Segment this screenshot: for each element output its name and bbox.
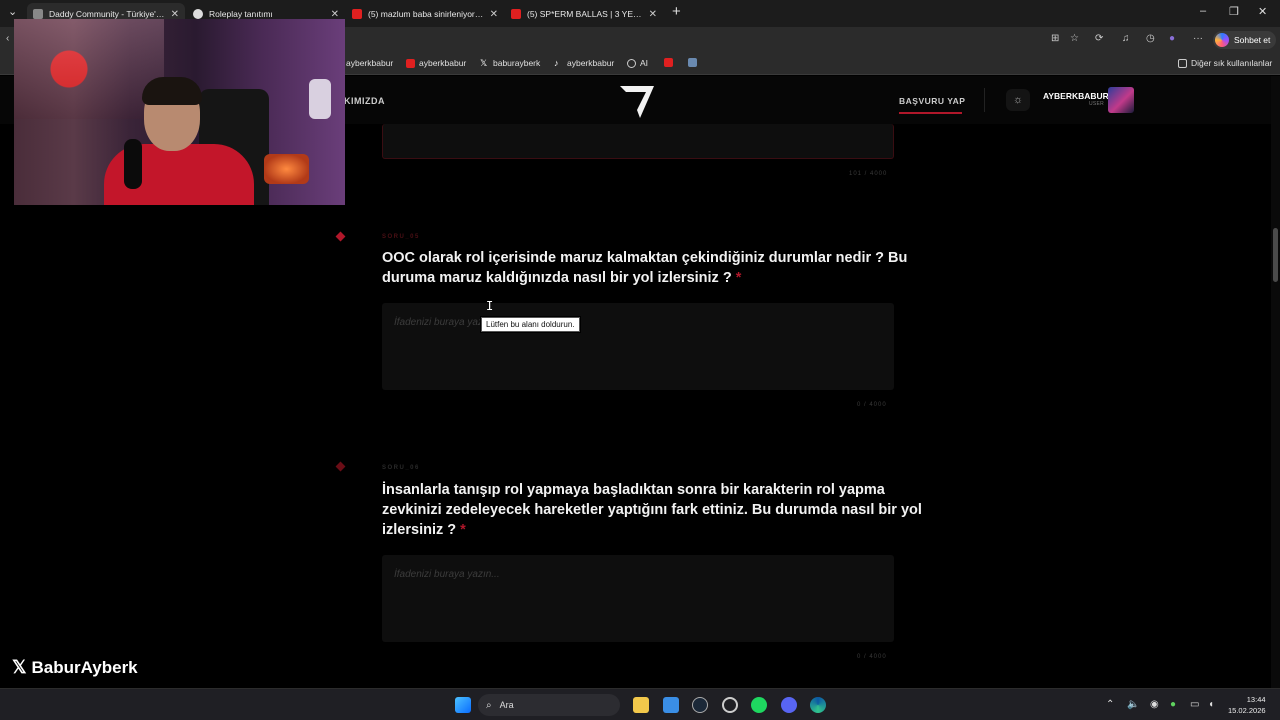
- spotify-icon[interactable]: [751, 697, 767, 713]
- back-icon[interactable]: ‹: [6, 33, 9, 44]
- other-favorites-folder[interactable]: Diğer sık kullanılanlar: [1178, 58, 1272, 68]
- previous-char-counter: 101 / 4000: [849, 171, 888, 177]
- windows-start-icon[interactable]: [455, 697, 471, 713]
- desk-lamp-glow: [264, 154, 309, 184]
- streamer-hair: [142, 77, 202, 105]
- favorite-star-icon[interactable]: ☆: [1070, 33, 1079, 44]
- bookmark-item[interactable]: AI: [627, 58, 648, 68]
- file-explorer-icon[interactable]: [633, 697, 649, 713]
- answer-textarea-q5[interactable]: [382, 303, 894, 390]
- search-icon: ⌕: [486, 699, 492, 711]
- copilot-chat-button[interactable]: Sohbet et: [1213, 31, 1277, 49]
- answer-textarea-q6[interactable]: [382, 555, 894, 642]
- windows-taskbar: ⌕ Ara ⌃ 🔈 ◉ ● ▭ ◖ 13:44 15.02.2026: [0, 688, 1280, 720]
- site-favicon-icon: [33, 9, 43, 19]
- active-nav-underline: [899, 112, 962, 114]
- youtube-icon: [511, 9, 521, 19]
- text-cursor-icon: I: [486, 299, 494, 313]
- cherry-blossom-painting: [14, 19, 164, 119]
- settings-gear-icon[interactable]: [722, 697, 738, 713]
- user-role: USER: [1089, 101, 1105, 107]
- tab-youtube-1[interactable]: (5) mazlum baba sinirleniyor ama ✕: [346, 3, 504, 25]
- youtube-icon: [664, 58, 673, 67]
- show-hidden-icons-icon[interactable]: ⌃: [1106, 699, 1114, 710]
- taskbar-search[interactable]: ⌕ Ara: [478, 694, 620, 716]
- site-favicon-icon: [193, 9, 203, 19]
- profile-icon[interactable]: ●: [1169, 33, 1175, 44]
- nav-link-about[interactable]: KIMIZDA: [344, 96, 385, 106]
- tab-list-chevron-icon[interactable]: ⌄: [8, 5, 17, 18]
- x-logo-icon: 𝕏: [480, 57, 488, 68]
- previous-answer-textarea[interactable]: [382, 124, 894, 159]
- char-counter: 0 / 4000: [857, 654, 887, 660]
- ai-icon: [627, 58, 636, 68]
- folder-icon: [1178, 58, 1187, 68]
- microphone-icon[interactable]: ●: [1170, 699, 1176, 710]
- question-code: SORU_05: [382, 234, 420, 240]
- bookmark-item[interactable]: [664, 58, 677, 67]
- extensions-icon[interactable]: ⟳: [1095, 33, 1103, 44]
- more-menu-icon[interactable]: ···: [1193, 33, 1203, 44]
- tab-youtube-2[interactable]: (5) SP*ERM BALLAS | 3 YEARS OLD ✕: [505, 3, 663, 25]
- close-tab-icon[interactable]: ✕: [649, 9, 657, 20]
- social-handle-overlay: 𝕏 BaburAyberk: [12, 657, 138, 677]
- room-light: [309, 79, 331, 119]
- validation-tooltip: Lütfen bu alanı doldurun.: [481, 317, 580, 332]
- browser-essentials-icon[interactable]: ♫: [1122, 33, 1130, 44]
- apply-nav-link[interactable]: BAŞVURU YAP: [899, 96, 965, 106]
- discord-icon[interactable]: [781, 697, 797, 713]
- x-logo-icon: 𝕏: [12, 657, 27, 677]
- avatar[interactable]: [1108, 87, 1134, 113]
- restore-icon[interactable]: ❐: [1229, 5, 1239, 18]
- youtube-icon: [352, 9, 362, 19]
- user-name[interactable]: AYBERKBABUR: [1043, 91, 1109, 101]
- question-code: SORU_06: [382, 465, 420, 471]
- tiktok-icon: ♪: [554, 57, 559, 68]
- page-scrollbar[interactable]: [1271, 76, 1280, 688]
- discord-tray-icon[interactable]: ◉: [1150, 699, 1159, 710]
- close-tab-icon[interactable]: ✕: [490, 9, 498, 20]
- youtube-icon: [406, 58, 415, 68]
- copilot-icon: [1215, 33, 1229, 47]
- taskbar-clock[interactable]: 13:44 15.02.2026: [1228, 694, 1266, 716]
- required-marker: *: [735, 270, 742, 286]
- close-tab-icon[interactable]: ✕: [331, 9, 339, 20]
- scrollbar-thumb[interactable]: [1273, 228, 1278, 282]
- bookmark-favicon-icon: [688, 58, 697, 67]
- close-tab-icon[interactable]: ✕: [171, 9, 179, 20]
- bookmark-item[interactable]: ayberkbabur: [346, 58, 393, 68]
- question-marker: [335, 231, 346, 242]
- microphone: [124, 139, 142, 189]
- bookmark-item[interactable]: [688, 58, 701, 67]
- question-marker: [335, 461, 346, 472]
- header-divider: [984, 88, 985, 112]
- new-tab-button[interactable]: +: [672, 3, 681, 20]
- bookmark-item[interactable]: ♪ ayberkbabur: [554, 58, 614, 68]
- webcam-overlay: [14, 19, 345, 205]
- site-logo-icon[interactable]: [618, 80, 658, 120]
- theme-toggle-sun-icon[interactable]: ☼: [1006, 89, 1030, 111]
- question-title: İnsanlarla tanışıp rol yapmaya başladıkt…: [382, 482, 922, 538]
- split-screen-icon[interactable]: ⊞: [1051, 33, 1059, 44]
- bookmark-item[interactable]: 𝕏baburayberk: [480, 58, 540, 68]
- bookmark-item[interactable]: ayberkbabur: [406, 58, 466, 68]
- question-title: OOC olarak rol içerisinde maruz kalmakta…: [382, 250, 908, 286]
- close-window-icon[interactable]: ✕: [1258, 5, 1267, 18]
- steam-icon[interactable]: [692, 697, 708, 713]
- edge-icon[interactable]: [810, 697, 826, 713]
- network-icon[interactable]: ▭: [1190, 699, 1199, 710]
- volume-icon[interactable]: ◖: [1208, 699, 1214, 710]
- speaker-icon[interactable]: 🔈: [1127, 699, 1139, 710]
- minimize-icon[interactable]: –: [1200, 5, 1206, 17]
- photos-icon[interactable]: [663, 697, 679, 713]
- char-counter: 0 / 4000: [857, 402, 887, 408]
- required-marker: *: [460, 522, 466, 538]
- history-icon[interactable]: ◷: [1146, 33, 1155, 44]
